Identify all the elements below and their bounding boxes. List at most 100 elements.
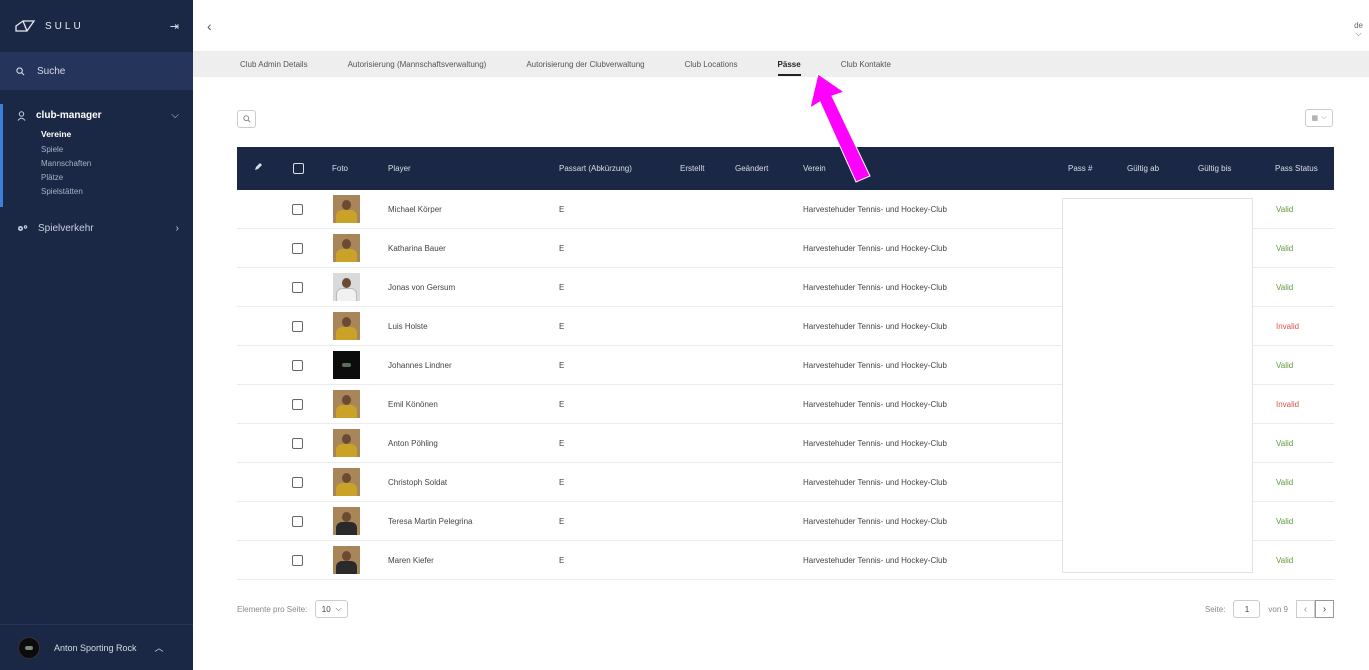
tab-bar: Club Admin Details Autorisierung (Mannsc…: [193, 52, 1369, 77]
cell-player: Luis Holste: [388, 322, 428, 331]
col-pass-number[interactable]: Pass #: [1068, 164, 1092, 173]
col-passart[interactable]: Passart (Abkürzung): [559, 164, 632, 173]
tab-club-admin-details[interactable]: Club Admin Details: [240, 60, 308, 69]
sidebar-header: SULU ⇥: [0, 0, 193, 52]
cell-verein: Harvestehuder Tennis- und Hockey-Club: [803, 322, 947, 331]
page-total: von 9: [1268, 604, 1288, 614]
row-checkbox[interactable]: [292, 321, 303, 332]
cell-pass-status: Valid: [1276, 439, 1294, 448]
chevron-right-icon: ›: [175, 223, 179, 234]
per-page-value: 10: [321, 604, 331, 614]
table-view-icon: ▦: [1311, 115, 1319, 122]
row-checkbox[interactable]: [292, 243, 303, 254]
topbar: ‹ de ⌵: [193, 0, 1369, 52]
cell-verein: Harvestehuder Tennis- und Hockey-Club: [803, 556, 947, 565]
tab-paesse[interactable]: Pässe: [777, 60, 801, 76]
player-photo: [333, 312, 360, 340]
row-checkbox[interactable]: [292, 477, 303, 488]
cell-verein: Harvestehuder Tennis- und Hockey-Club: [803, 439, 947, 448]
cell-pass-status: Valid: [1276, 244, 1294, 253]
table-search-button[interactable]: [237, 110, 256, 128]
row-checkbox[interactable]: [292, 438, 303, 449]
chevron-up-icon: ︿: [154, 643, 164, 653]
cell-pass-status: Valid: [1276, 361, 1294, 370]
cell-pass-status: Valid: [1276, 478, 1294, 487]
sidebar-subitems: Vereine Spiele Mannschaften Plätze Spiel…: [3, 123, 193, 199]
collapse-sidebar-icon[interactable]: ⇥: [170, 20, 179, 33]
sidebar-item-spielstaetten[interactable]: Spielstätten: [41, 185, 193, 199]
sidebar-group-club-manager: club-manager ⌵ Vereine Spiele Mannschaft…: [0, 104, 193, 207]
row-checkbox[interactable]: [292, 516, 303, 527]
sidebar-group-label: club-manager: [36, 110, 102, 121]
cell-verein: Harvestehuder Tennis- und Hockey-Club: [803, 400, 947, 409]
row-checkbox[interactable]: [292, 204, 303, 215]
tab-autorisierung-mannschaft[interactable]: Autorisierung (Mannschaftsverwaltung): [348, 60, 487, 69]
page-input[interactable]: 1: [1233, 600, 1261, 618]
col-pass-status[interactable]: Pass Status: [1275, 164, 1318, 173]
cell-player: Michael Körper: [388, 205, 442, 214]
row-checkbox[interactable]: [292, 360, 303, 371]
tab-club-locations[interactable]: Club Locations: [685, 60, 738, 69]
gears-icon: [18, 225, 28, 231]
language-select[interactable]: de ⌵: [1354, 22, 1363, 38]
pagination: Seite: 1 von 9 ‹ ›: [1205, 600, 1334, 618]
sidebar-search-label: Suche: [37, 65, 66, 77]
annotation-arrow-icon: [809, 74, 871, 183]
cell-passart: E: [559, 322, 565, 331]
sidebar-search[interactable]: Suche: [0, 52, 193, 90]
col-geaendert[interactable]: Geändert: [735, 164, 768, 173]
sidebar-item-spiele[interactable]: Spiele: [41, 143, 193, 157]
per-page-control: Elemente pro Seite: 10 ⌵: [237, 600, 349, 618]
cell-player: Teresa Martin Pelegrina: [388, 517, 473, 526]
cell-verein: Harvestehuder Tennis- und Hockey-Club: [803, 244, 947, 253]
player-photo: [333, 351, 360, 379]
sidebar-item-club-manager[interactable]: club-manager ⌵: [3, 104, 193, 123]
tab-autorisierung-club[interactable]: Autorisierung der Clubverwaltung: [526, 60, 644, 69]
cell-pass-status: Valid: [1276, 556, 1294, 565]
cell-pass-status: Valid: [1276, 517, 1294, 526]
cell-passart: E: [559, 283, 565, 292]
cell-verein: Harvestehuder Tennis- und Hockey-Club: [803, 517, 947, 526]
player-photo: [333, 468, 360, 496]
sidebar-item-spielverkehr-label: Spielverkehr: [38, 223, 94, 234]
cell-verein: Harvestehuder Tennis- und Hockey-Club: [803, 205, 947, 214]
sidebar-item-vereine[interactable]: Vereine: [41, 123, 193, 143]
cell-passart: E: [559, 205, 565, 214]
cell-passart: E: [559, 244, 565, 253]
player-photo: [333, 507, 360, 535]
cell-player: Maren Kiefer: [388, 556, 434, 565]
col-gueltig-ab[interactable]: Gültig ab: [1127, 164, 1159, 173]
view-toggle-button[interactable]: ▦ ⌵: [1305, 109, 1333, 127]
cell-pass-status: Invalid: [1276, 322, 1300, 331]
page-label: Seite:: [1204, 604, 1226, 614]
chevron-down-icon: ⌵: [1355, 29, 1362, 38]
select-all-checkbox[interactable]: [293, 163, 304, 174]
prev-page-button[interactable]: ‹: [1296, 600, 1315, 618]
col-foto[interactable]: Foto: [332, 164, 348, 173]
per-page-label: Elemente pro Seite:: [237, 604, 308, 614]
logo[interactable]: SULU: [14, 19, 84, 33]
chevron-down-icon: ⌵: [335, 604, 342, 613]
cell-passart: E: [559, 400, 565, 409]
cell-player: Johannes Lindner: [388, 361, 452, 370]
user-name: Anton Sporting Rock: [54, 642, 137, 653]
player-photo: [333, 546, 360, 574]
back-icon[interactable]: ‹: [207, 18, 212, 34]
cell-pass-status: Valid: [1276, 283, 1294, 292]
search-icon: [16, 66, 25, 75]
sidebar-item-plaetze[interactable]: Plätze: [41, 171, 193, 185]
edit-icon[interactable]: [254, 162, 263, 173]
col-gueltig-bis[interactable]: Gültig bis: [1198, 164, 1231, 173]
row-checkbox[interactable]: [292, 282, 303, 293]
user-menu[interactable]: Anton Sporting Rock ︿: [0, 624, 193, 670]
cell-passart: E: [559, 361, 565, 370]
sidebar-item-spielverkehr[interactable]: Spielverkehr ›: [0, 213, 193, 244]
next-page-button[interactable]: ›: [1315, 600, 1334, 618]
per-page-select[interactable]: 10 ⌵: [315, 600, 349, 618]
col-player[interactable]: Player: [388, 164, 411, 173]
row-checkbox[interactable]: [292, 399, 303, 410]
sidebar-item-mannschaften[interactable]: Mannschaften: [41, 157, 193, 171]
tab-club-kontakte[interactable]: Club Kontakte: [841, 60, 891, 69]
col-erstellt[interactable]: Erstellt: [680, 164, 704, 173]
row-checkbox[interactable]: [292, 555, 303, 566]
